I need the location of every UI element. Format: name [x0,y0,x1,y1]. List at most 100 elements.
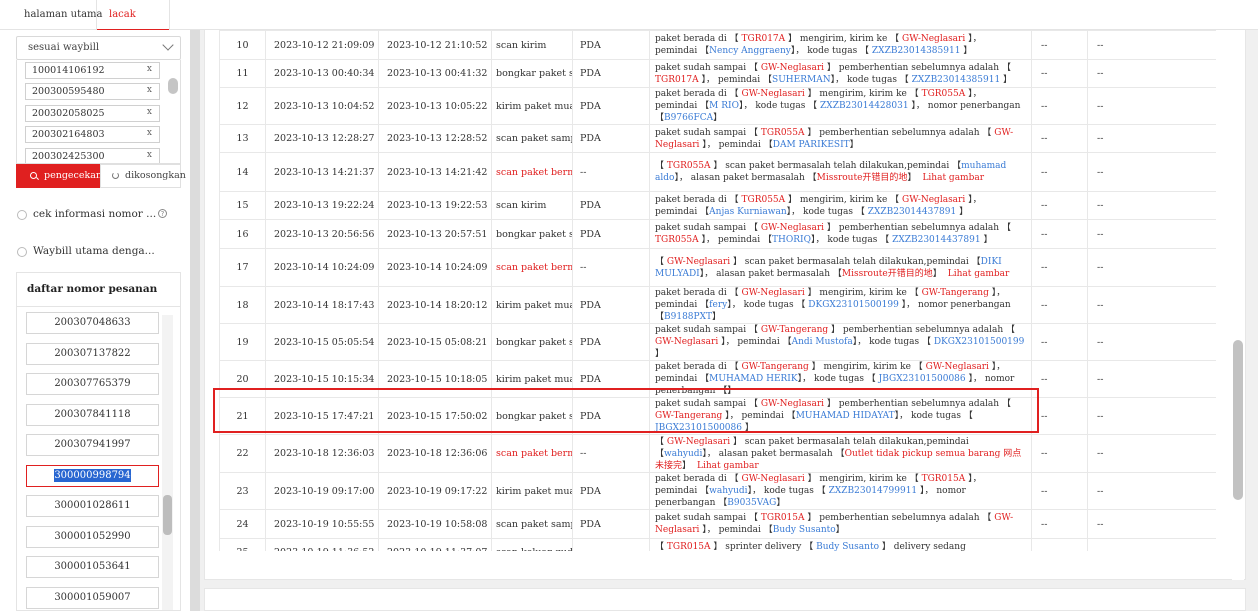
description-text: 】 [682,460,692,471]
table-row: 17 2023-10-14 10:24:09 2023-10-14 10:24:09… [219,248,1216,287]
description-text: 】， kode tugas 【 [738,101,821,111]
info-value: wahyudi [664,448,703,459]
description-text: 】 [727,386,737,396]
extra-col-cell: -- [1031,59,1088,88]
scan-time-cell: 2023-10-15 05:05:54 [265,323,379,361]
description-text: 】 [956,206,969,217]
order-item[interactable]: 300001052990 [26,526,159,548]
search-button[interactable]: pengecekan [16,164,102,188]
order-item[interactable]: 200307765379 [26,373,159,395]
order-item[interactable]: 300001053641 [26,556,159,578]
order-number: 300001052990 [54,531,131,542]
remove-icon[interactable]: x [147,107,152,117]
description-text: 】 pemberhentian sebelumnya adalah 【 [828,325,1016,335]
device-cell: PDA [572,509,650,539]
description-cell: paket berada di 【 TGR017A 】 mengirim, ki… [649,30,1032,60]
upload-time-cell: 2023-10-15 17:50:02 [378,397,492,435]
device-cell: -- [572,152,650,192]
info-value: SUHERMAN [772,74,831,85]
clear-button[interactable]: dikosongkan [100,164,186,188]
description-text: 】 mengirim, kirim ke 【 [804,89,922,99]
description-text: 】 pemberhentian sebelumnya adalah 【 [804,127,995,138]
info-value: DKGX23101500199 [808,300,899,310]
remove-icon[interactable]: x [147,85,152,95]
search-type-select[interactable]: sesuai waybill [16,36,181,60]
order-item[interactable]: 300001059007 [26,587,159,609]
order-list-title: daftar nomor pesanan [27,283,158,295]
row-number-cell: 17 [219,248,266,287]
order-item[interactable]: 200307048633 [26,312,159,334]
extra-col-cell: -- [1087,360,1216,398]
row-number-cell: 16 [219,219,266,249]
scan-time-cell: 2023-10-18 12:36:03 [265,434,379,473]
order-item[interactable]: 200307841118 [26,404,159,426]
table-row: 12 2023-10-13 10:04:52 2023-10-13 10:05:22… [219,87,1216,125]
waybill-number: 200302425300 [32,151,105,162]
tab-bar: halaman utama lacak paket× [0,0,1258,50]
radio-main-waybill[interactable] [17,247,27,257]
description-text: 】， kode tugas 【 [830,74,912,85]
upload-time-cell: 2023-10-13 14:21:42 [378,152,492,192]
device-cell: PDA [572,472,650,510]
view-image-link[interactable]: Lihat gambar [948,269,1010,279]
order-number: 300001053641 [54,561,131,572]
description-cell: paket sudah sampai 【 TGR015A 】 pemberhen… [649,509,1032,539]
scan-time-cell: 2023-10-19 11:36:52 [265,538,379,551]
extra-col-cell: -- [1087,397,1216,435]
waybill-tag: 200300595480 x [25,83,160,100]
scan-type-cell: scan paket bermasalah [491,434,573,473]
description-text: paket sudah sampai 【 [655,399,761,409]
table-row: 24 2023-10-19 10:55:55 2023-10-19 10:58:08… [219,509,1216,539]
remove-icon[interactable]: x [147,64,152,74]
order-item[interactable]: 200307137822 [26,343,159,365]
description-text: paket berada di 【 [655,89,742,99]
info-value: Budy Susanto [772,525,836,535]
help-icon[interactable]: ? [158,209,167,218]
extra-col-cell: -- [1031,124,1088,153]
remove-icon[interactable]: x [147,150,152,160]
extra-col-cell: -- [1087,538,1216,551]
outlet-name: TGR015A [921,474,966,484]
description-cell: paket sudah sampai 【 TGR055A 】 pemberhen… [649,124,1032,153]
outlet-name: TGR015A [760,513,805,523]
device-cell: PDA [572,219,650,249]
device-cell: PDA [572,397,650,435]
table-row: 18 2023-10-14 18:17:43 2023-10-14 18:20:12… [219,286,1216,324]
outlet-name: TGR017A [655,74,699,85]
scan-type-cell: scan kirim [491,30,573,60]
scan-time-cell: 2023-10-13 19:22:24 [265,191,379,220]
sidebar-scrollbar[interactable] [190,30,200,611]
waybill-tag: 200302425300 x [25,148,160,163]
upload-time-cell: 2023-10-19 09:17:22 [378,472,492,510]
remove-icon[interactable]: x [147,128,152,138]
order-item-selected[interactable]: 300000998794 [26,465,159,487]
order-list-scrollbar[interactable] [162,315,173,610]
description-text: paket sudah sampai 【 [655,127,761,138]
description-text: paket berada di 【 [655,288,742,298]
order-list-scroll-thumb[interactable] [163,495,172,535]
radio-check-number-info[interactable] [17,210,27,220]
order-number: 200307841118 [54,409,131,420]
scan-time-cell: 2023-10-12 21:09:09 [265,30,379,60]
outlet-name: GW-Neglasari [741,89,805,99]
view-image-link[interactable]: Lihat gambar [922,173,984,183]
row-number-cell: 20 [219,360,266,398]
order-item[interactable]: 200307941997 [26,434,159,456]
description-text: 】 [849,139,859,150]
device-cell: PDA [572,323,650,361]
order-item[interactable]: 300001028611 [26,495,159,517]
description-text: 】 sprinter delivery 【 [710,541,817,552]
waybill-list-scrollbar[interactable] [168,78,178,94]
description-cell: paket berada di 【 GW-Neglasari 】 mengiri… [649,87,1032,125]
view-image-link[interactable]: Lihat gambar [697,461,759,471]
device-cell: PDA [572,87,650,125]
outlet-name: GW-Neglasari [760,399,825,409]
description-cell: 【 GW-Neglasari 】 scan paket bermasalah t… [649,434,1032,473]
main-scroll-thumb[interactable] [1233,340,1243,500]
extra-col-cell: -- [1031,286,1088,324]
outlet-name: Missroute开错目的地 [841,268,933,279]
description-text: 】 pemberhentian sebelumnya adalah 【 [824,399,1011,409]
tab-track-package[interactable]: lacak paket× [96,0,170,50]
description-text: 】， kode tugas 【 [852,337,934,347]
device-cell: PDA [572,286,650,324]
